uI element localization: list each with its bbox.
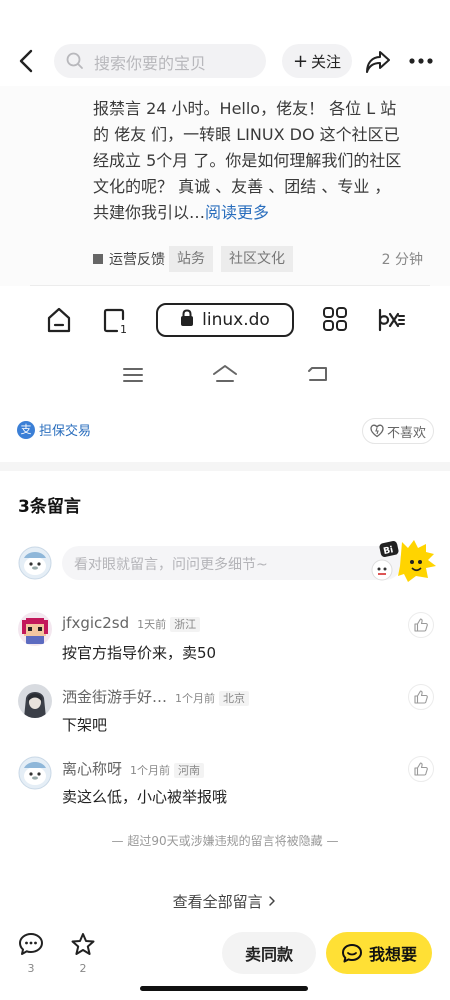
commenter-name[interactable]: jfxgic2sd	[62, 614, 129, 632]
escrow-label: 担保交易	[39, 424, 92, 439]
url-text: linux.do	[202, 310, 270, 330]
comment-stat-button[interactable]: 3	[16, 932, 46, 975]
comment-time: 1个月前	[130, 764, 171, 777]
post-time: 2 分钟	[381, 252, 423, 268]
dislike-button[interactable]: 不喜欢	[362, 418, 434, 444]
category-square-icon	[93, 254, 103, 264]
comment-time: 1个月前	[175, 692, 216, 705]
menu-icon[interactable]	[122, 366, 144, 388]
thumbs-up-icon[interactable]	[408, 684, 434, 710]
sell-same-button[interactable]: 卖同款	[222, 932, 316, 974]
commenter-info: 洒金街游手好… 1个月前 北京	[62, 686, 250, 707]
grid-icon[interactable]	[322, 306, 348, 336]
dislike-label: 不喜欢	[386, 425, 426, 441]
view-all-label: 查看全部留言	[172, 893, 263, 911]
hidden-comments-notice: — 超过90天或涉嫌违规的留言将被隐藏 —	[111, 834, 339, 848]
thumbs-up-icon[interactable]	[408, 756, 434, 782]
share-icon[interactable]	[364, 46, 392, 80]
tabs-icon[interactable]: 1	[102, 306, 128, 338]
follow-label: 关注	[311, 52, 342, 71]
comment-item: 洒金街游手好… 1个月前 北京 下架吧	[18, 684, 434, 744]
home-icon[interactable]	[46, 306, 72, 338]
comment-text: 卖这么低，小心被举报哦	[62, 788, 228, 806]
comment-text: 下架吧	[62, 716, 108, 734]
comment-item: 离心称呀 1个月前 河南 卖这么低，小心被举报哦	[18, 756, 434, 816]
post-excerpt: 报禁言 24 小时。Hello，佬友！ 各位 L 站 的 佬友 们，一转眼 LI…	[93, 96, 403, 226]
star-icon	[70, 933, 96, 960]
view-all-comments-link[interactable]: 查看全部留言	[0, 891, 450, 912]
commenter-info: 离心称呀 1个月前 河南	[62, 758, 205, 779]
tag-site-affairs[interactable]: 站务	[169, 246, 213, 272]
comment-time: 1天前	[137, 618, 167, 631]
comments-title: 3条留言	[18, 497, 81, 517]
commenter-avatar[interactable]	[18, 612, 52, 646]
user-avatar	[18, 546, 52, 584]
comment-location: 河南	[174, 763, 205, 778]
tag-community-culture[interactable]: 社区文化	[221, 246, 293, 272]
comment-bubble-icon	[18, 933, 44, 960]
tab-count: 1	[120, 323, 127, 334]
thumbs-up-icon[interactable]	[408, 612, 434, 638]
comment-count: 3	[27, 962, 35, 975]
dislike-heart-icon	[370, 424, 384, 438]
comment-text: 按官方指导价来，卖50	[62, 644, 217, 662]
top-bar: 搜索你要的宝贝 + 关注	[0, 0, 450, 86]
comment-input-row: 看对眼就留言，问问更多细节~ Bi	[18, 540, 438, 584]
lock-icon	[180, 308, 194, 332]
svg-text:Bi: Bi	[383, 545, 395, 557]
category-label[interactable]: 运营反馈	[93, 249, 165, 269]
chat-bubble-icon	[341, 943, 369, 963]
home-indicator	[140, 986, 308, 991]
chevron-right-icon	[267, 893, 277, 911]
commenter-name[interactable]: 洒金街游手好…	[62, 688, 167, 706]
plus-icon: +	[292, 50, 309, 72]
follow-button[interactable]: + 关注	[282, 44, 352, 78]
search-icon	[66, 52, 84, 74]
divider-line	[30, 285, 430, 286]
mascot-sticker-icon: Bi	[364, 536, 438, 588]
more-icon[interactable]	[406, 46, 436, 80]
back-icon[interactable]	[14, 44, 40, 78]
comment-input[interactable]: 看对眼就留言，问问更多细节~	[62, 546, 402, 580]
search-input[interactable]: 搜索你要的宝贝	[54, 44, 266, 78]
url-bar[interactable]: linux.do	[156, 303, 294, 337]
comment-location: 浙江	[170, 617, 201, 632]
favorite-count: 2	[79, 962, 87, 975]
category-text: 运营反馈	[109, 252, 165, 268]
alipay-icon: 支	[17, 420, 35, 439]
section-divider	[0, 462, 450, 471]
i-want-label: 我想要	[368, 945, 417, 964]
read-more-link[interactable]: 阅读更多	[205, 203, 269, 222]
commenter-info: jfxgic2sd 1天前 浙江	[62, 614, 201, 632]
search-placeholder: 搜索你要的宝贝	[94, 54, 207, 73]
comment-placeholder: 看对眼就留言，问问更多细节~	[74, 557, 268, 573]
home-gesture-icon[interactable]	[212, 364, 238, 388]
commenter-avatar[interactable]	[18, 684, 52, 718]
commenter-name[interactable]: 离心称呀	[62, 760, 122, 778]
back-gesture-icon[interactable]	[306, 364, 330, 388]
comment-item: jfxgic2sd 1天前 浙江 按官方指导价来，卖50	[18, 612, 434, 672]
commenter-avatar[interactable]	[18, 756, 52, 790]
post-meta-row: 运营反馈 站务 社区文化 2 分钟	[93, 246, 433, 272]
i-want-button[interactable]: 我想要	[326, 932, 432, 974]
escrow-badge[interactable]: 支 担保交易	[17, 420, 91, 439]
ai-assistant-icon[interactable]	[376, 306, 406, 338]
comment-location: 北京	[219, 691, 250, 706]
favorite-stat-button[interactable]: 2	[68, 932, 98, 975]
